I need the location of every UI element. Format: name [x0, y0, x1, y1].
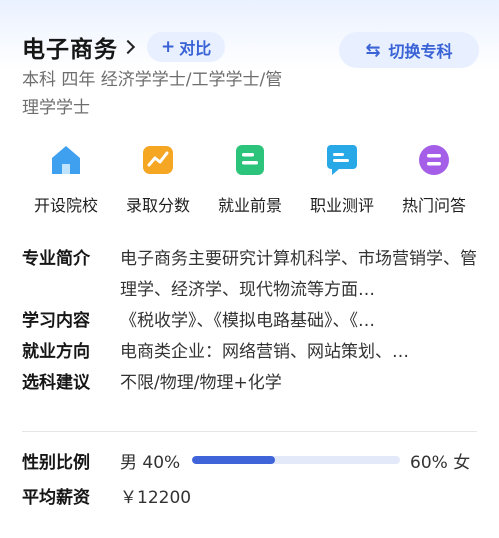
job-row[interactable]: 就业方向 电商类企业：网络营销、网站策划、… — [22, 337, 482, 368]
male-ratio: 男 40% — [120, 452, 181, 473]
compare-button[interactable]: + 对比 — [147, 32, 226, 62]
school-icon — [48, 142, 84, 178]
job-value: 电商类企业：网络营销、网站策划、… — [120, 342, 409, 362]
gender-key: 性别比例 — [22, 452, 90, 473]
qa-icon — [416, 142, 452, 178]
degree-meta: 本科 四年 经济学学士/工学学士/管理学学士 — [22, 70, 283, 118]
feature-nav: 开设院校 录取分数 就业前景 职业测评 热门问答 — [0, 142, 499, 218]
study-row[interactable]: 学习内容 《税收学》、《模拟电路基础》、《… — [22, 306, 482, 337]
gender-ratio-bar — [192, 456, 400, 464]
nav-item-scores[interactable]: 录取分数 — [112, 142, 204, 218]
major-info: 专业简介 电子商务主要研究计算机科学、市场营销学、管理学、经济学、现代物流等方面… — [22, 244, 482, 399]
employment-icon — [232, 142, 268, 178]
nav-item-schools[interactable]: 开设院校 — [20, 142, 112, 218]
major-card: 电子商务 + 对比 ⇆ 切换专科 本科 四年 经济学学士/工学学士/管理学学士 … — [0, 0, 499, 538]
study-value: 《税收学》、《模拟电路基础》、《… — [120, 311, 375, 331]
nav-item-assessment[interactable]: 职业测评 — [296, 142, 388, 218]
switch-specialty-button[interactable]: ⇆ 切换专科 — [339, 32, 479, 68]
swap-icon: ⇆ — [365, 39, 381, 61]
nav-label: 热门问答 — [401, 196, 466, 215]
compare-label: 对比 — [179, 39, 212, 58]
nav-label: 就业前景 — [217, 196, 282, 215]
subject-value: 不限/物理/物理+化学 — [120, 373, 282, 393]
divider — [22, 431, 477, 432]
intro-value: 电子商务主要研究计算机科学、市场营销学、管理学、经济学、现代物流等方面… — [120, 249, 477, 300]
major-title[interactable]: 电子商务 — [22, 30, 118, 64]
salary-row: 平均薪资 ￥12200 — [22, 480, 191, 510]
switch-label: 切换专科 — [388, 42, 453, 61]
nav-item-qa[interactable]: 热门问答 — [388, 142, 480, 218]
male-ratio-fill — [192, 456, 276, 464]
nav-item-employment[interactable]: 就业前景 — [204, 142, 296, 218]
study-key: 学习内容 — [22, 311, 90, 331]
assessment-icon — [324, 142, 360, 178]
female-ratio: 60% 女 — [410, 452, 471, 473]
score-chart-icon — [140, 142, 176, 178]
plus-icon: + — [161, 37, 176, 57]
nav-label: 职业测评 — [309, 196, 374, 215]
salary-value: ￥12200 — [120, 487, 192, 508]
gender-ratio-row: 性别比例 男 40% 60% 女 — [22, 445, 470, 475]
subject-key: 选科建议 — [22, 373, 90, 393]
intro-row[interactable]: 专业简介 电子商务主要研究计算机科学、市场营销学、管理学、经济学、现代物流等方面… — [22, 244, 482, 306]
salary-key: 平均薪资 — [22, 487, 90, 508]
subject-row: 选科建议 不限/物理/物理+化学 — [22, 368, 482, 399]
job-key: 就业方向 — [22, 342, 90, 362]
intro-key: 专业简介 — [22, 249, 90, 269]
nav-label: 开设院校 — [33, 196, 98, 215]
title-row: 电子商务 + 对比 — [22, 30, 226, 64]
nav-label: 录取分数 — [125, 196, 190, 215]
chevron-right-icon[interactable] — [120, 39, 136, 55]
